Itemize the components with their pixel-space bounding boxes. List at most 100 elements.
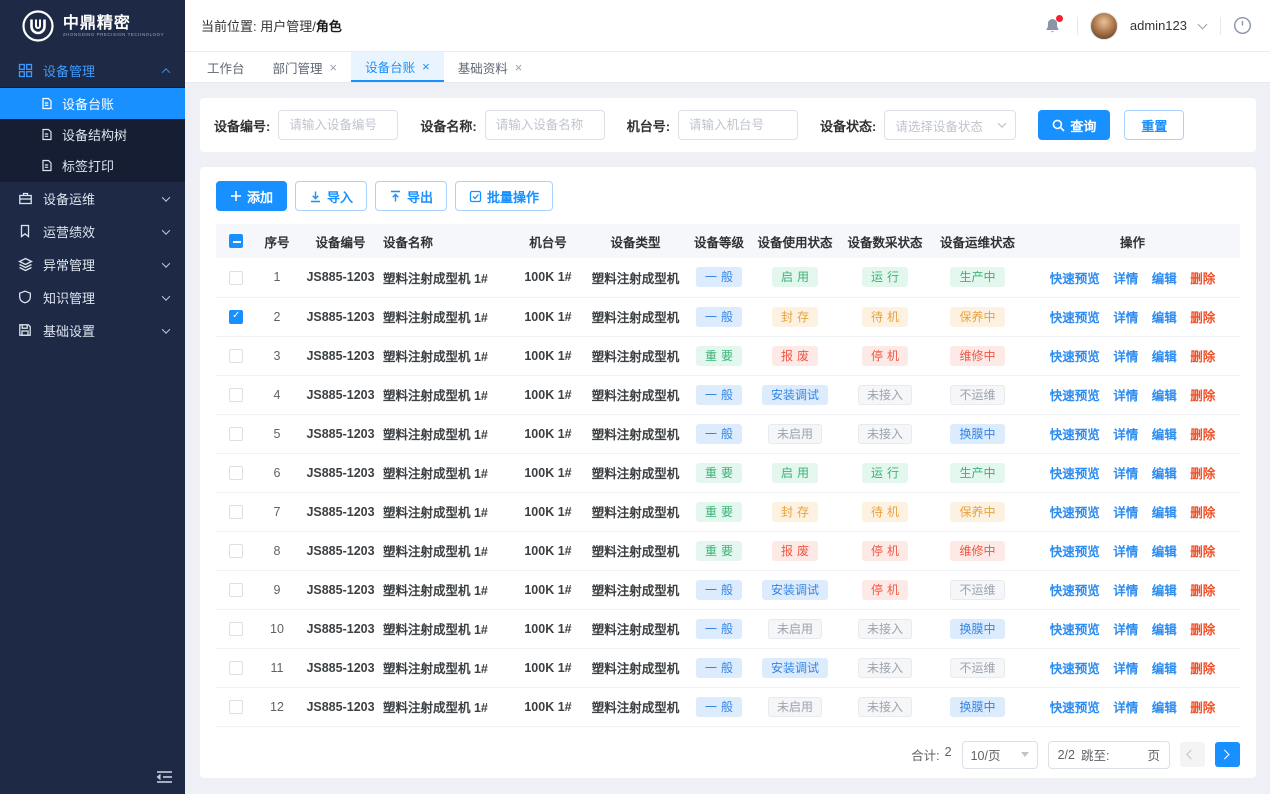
edit-link[interactable]: 编辑 bbox=[1152, 350, 1177, 364]
quick-preview-link[interactable]: 快速预览 bbox=[1050, 467, 1100, 481]
sidebar-item-3[interactable]: 异常管理 bbox=[0, 248, 185, 281]
row-checkbox[interactable] bbox=[229, 622, 243, 636]
cell-device-name: 塑料注射成型机 1# bbox=[383, 375, 513, 414]
quick-preview-link[interactable]: 快速预览 bbox=[1050, 272, 1100, 286]
row-checkbox[interactable] bbox=[229, 700, 243, 714]
machine-no-input[interactable] bbox=[678, 110, 798, 140]
device-name-input[interactable] bbox=[485, 110, 605, 140]
edit-link[interactable]: 编辑 bbox=[1152, 467, 1177, 481]
edit-link[interactable]: 编辑 bbox=[1152, 545, 1177, 559]
row-checkbox[interactable] bbox=[229, 310, 243, 324]
row-checkbox[interactable] bbox=[229, 271, 243, 285]
sidebar-item-0[interactable]: 设备管理 bbox=[0, 54, 185, 87]
detail-link[interactable]: 详情 bbox=[1113, 623, 1138, 637]
tab-3[interactable]: 基础资料× bbox=[444, 52, 537, 82]
detail-link[interactable]: 详情 bbox=[1113, 701, 1138, 715]
user-menu-chevron-down-icon[interactable] bbox=[1198, 19, 1208, 29]
export-button[interactable]: 导出 bbox=[375, 181, 447, 211]
detail-link[interactable]: 详情 bbox=[1113, 584, 1138, 598]
delete-link[interactable]: 删除 bbox=[1190, 584, 1215, 598]
delete-link[interactable]: 删除 bbox=[1190, 623, 1215, 637]
edit-link[interactable]: 编辑 bbox=[1152, 428, 1177, 442]
quick-preview-link[interactable]: 快速预览 bbox=[1050, 701, 1100, 715]
select-all-checkbox[interactable] bbox=[229, 234, 243, 248]
close-icon[interactable]: × bbox=[515, 61, 523, 74]
quick-preview-link[interactable]: 快速预览 bbox=[1050, 545, 1100, 559]
reset-button[interactable]: 重置 bbox=[1124, 110, 1184, 140]
detail-link[interactable]: 详情 bbox=[1113, 506, 1138, 520]
row-checkbox[interactable] bbox=[229, 544, 243, 558]
row-checkbox[interactable] bbox=[229, 583, 243, 597]
query-button[interactable]: 查询 bbox=[1038, 110, 1110, 140]
import-button[interactable]: 导入 bbox=[295, 181, 367, 211]
edit-link[interactable]: 编辑 bbox=[1152, 662, 1177, 676]
sidebar-item-1[interactable]: 设备运维 bbox=[0, 182, 185, 215]
sidebar-item-2[interactable]: 运营绩效 bbox=[0, 215, 185, 248]
row-checkbox[interactable] bbox=[229, 427, 243, 441]
username[interactable]: admin123 bbox=[1130, 18, 1187, 33]
detail-link[interactable]: 详情 bbox=[1113, 350, 1138, 364]
user-avatar[interactable] bbox=[1090, 12, 1118, 40]
sidebar-collapse-icon[interactable] bbox=[156, 770, 173, 784]
delete-link[interactable]: 删除 bbox=[1190, 662, 1215, 676]
edit-link[interactable]: 编辑 bbox=[1152, 311, 1177, 325]
row-checkbox[interactable] bbox=[229, 505, 243, 519]
next-page-button[interactable] bbox=[1215, 742, 1240, 767]
delete-link[interactable]: 删除 bbox=[1190, 272, 1215, 286]
detail-link[interactable]: 详情 bbox=[1113, 545, 1138, 559]
quick-preview-link[interactable]: 快速预览 bbox=[1050, 428, 1100, 442]
detail-link[interactable]: 详情 bbox=[1113, 311, 1138, 325]
delete-link[interactable]: 删除 bbox=[1190, 428, 1215, 442]
edit-link[interactable]: 编辑 bbox=[1152, 272, 1177, 286]
detail-link[interactable]: 详情 bbox=[1113, 467, 1138, 481]
close-icon[interactable]: × bbox=[330, 61, 338, 74]
quick-preview-link[interactable]: 快速预览 bbox=[1050, 662, 1100, 676]
notification-bell-icon[interactable] bbox=[1044, 17, 1061, 34]
sidebar-subitem[interactable]: 设备结构树 bbox=[0, 119, 185, 150]
delete-link[interactable]: 删除 bbox=[1190, 506, 1215, 520]
jump-label: 跳至: bbox=[1081, 745, 1109, 764]
quick-preview-link[interactable]: 快速预览 bbox=[1050, 389, 1100, 403]
detail-link[interactable]: 详情 bbox=[1113, 662, 1138, 676]
daq-status-badge: 未接入 bbox=[858, 385, 912, 405]
device-code-input[interactable] bbox=[278, 110, 398, 140]
add-button[interactable]: 添加 bbox=[216, 181, 287, 211]
quick-preview-link[interactable]: 快速预览 bbox=[1050, 584, 1100, 598]
row-checkbox[interactable] bbox=[229, 661, 243, 675]
quick-preview-link[interactable]: 快速预览 bbox=[1050, 350, 1100, 364]
detail-link[interactable]: 详情 bbox=[1113, 428, 1138, 442]
jump-page-input[interactable] bbox=[1115, 744, 1141, 766]
edit-link[interactable]: 编辑 bbox=[1152, 623, 1177, 637]
sidebar-subitem[interactable]: 标签打印 bbox=[0, 150, 185, 181]
sidebar-item-5[interactable]: 基础设置 bbox=[0, 314, 185, 347]
sidebar-item-4[interactable]: 知识管理 bbox=[0, 281, 185, 314]
tab-0[interactable]: 工作台 bbox=[193, 52, 259, 82]
logout-power-icon[interactable] bbox=[1233, 16, 1252, 35]
delete-link[interactable]: 删除 bbox=[1190, 545, 1215, 559]
delete-link[interactable]: 删除 bbox=[1190, 350, 1215, 364]
page-size-select[interactable]: 10/页 bbox=[962, 741, 1038, 769]
delete-link[interactable]: 删除 bbox=[1190, 467, 1215, 481]
tab-1[interactable]: 部门管理× bbox=[259, 52, 352, 82]
tab-2[interactable]: 设备台账× bbox=[351, 52, 444, 82]
row-checkbox[interactable] bbox=[229, 388, 243, 402]
prev-page-button[interactable] bbox=[1180, 742, 1205, 767]
batch-operation-button[interactable]: 批量操作 bbox=[455, 181, 553, 211]
row-checkbox[interactable] bbox=[229, 466, 243, 480]
quick-preview-link[interactable]: 快速预览 bbox=[1050, 506, 1100, 520]
edit-link[interactable]: 编辑 bbox=[1152, 584, 1177, 598]
quick-preview-link[interactable]: 快速预览 bbox=[1050, 311, 1100, 325]
delete-link[interactable]: 删除 bbox=[1190, 311, 1215, 325]
detail-link[interactable]: 详情 bbox=[1113, 389, 1138, 403]
close-icon[interactable]: × bbox=[422, 60, 430, 73]
detail-link[interactable]: 详情 bbox=[1113, 272, 1138, 286]
sidebar-subitem[interactable]: 设备台账 bbox=[0, 88, 185, 119]
device-status-select[interactable]: 请选择设备状态 bbox=[884, 110, 1016, 140]
delete-link[interactable]: 删除 bbox=[1190, 701, 1215, 715]
delete-link[interactable]: 删除 bbox=[1190, 389, 1215, 403]
edit-link[interactable]: 编辑 bbox=[1152, 701, 1177, 715]
edit-link[interactable]: 编辑 bbox=[1152, 389, 1177, 403]
row-checkbox[interactable] bbox=[229, 349, 243, 363]
quick-preview-link[interactable]: 快速预览 bbox=[1050, 623, 1100, 637]
edit-link[interactable]: 编辑 bbox=[1152, 506, 1177, 520]
